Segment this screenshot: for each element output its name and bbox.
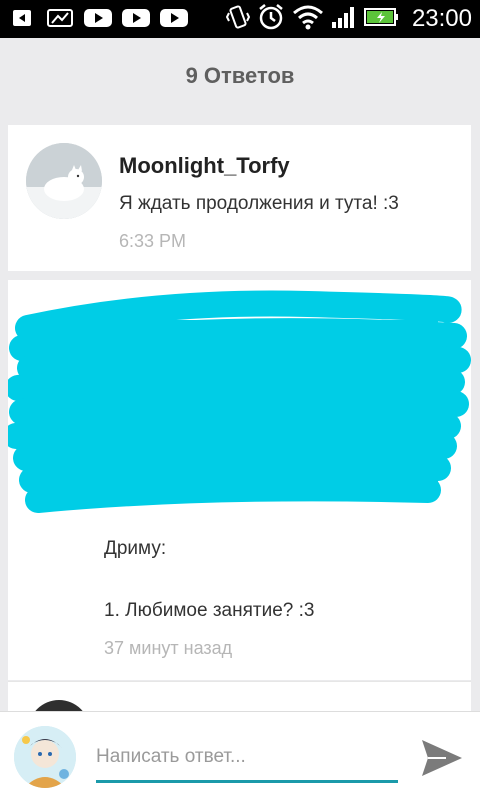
reply-input[interactable] bbox=[96, 734, 398, 783]
system-icons: 23:00 bbox=[225, 2, 472, 37]
send-icon bbox=[422, 740, 462, 776]
replies-header: 9 Ответов bbox=[0, 38, 480, 114]
clock: 23:00 bbox=[411, 5, 472, 32]
reply-bar bbox=[0, 711, 480, 801]
comment-text: Я ждать продолжения и тута! :3 bbox=[119, 193, 399, 214]
notification-icons bbox=[6, 6, 190, 30]
comment-card[interactable]: Дриму: 1. Любимое занятие? :3 37 минут н… bbox=[8, 280, 471, 680]
replies-count-title: 9 Ответов bbox=[185, 63, 295, 88]
back-icon bbox=[6, 6, 38, 30]
send-button[interactable] bbox=[418, 736, 466, 780]
redaction-scribble bbox=[8, 290, 471, 513]
youtube-icon bbox=[158, 6, 190, 30]
avatar[interactable] bbox=[26, 143, 102, 219]
signal-icon bbox=[330, 4, 358, 35]
comment-author[interactable]: Moonlight_Torfy bbox=[119, 153, 290, 179]
alarm-icon bbox=[256, 2, 286, 37]
vibrate-icon bbox=[225, 3, 251, 36]
comment-text: 1. Любимое занятие? :3 bbox=[104, 600, 315, 621]
wifi-icon bbox=[292, 3, 324, 36]
battery-icon bbox=[363, 6, 400, 33]
comment-text: Дриму: bbox=[104, 538, 167, 559]
status-bar: 23:00 bbox=[0, 0, 480, 38]
comment-timestamp: 6:33 PM bbox=[119, 231, 187, 251]
avatar[interactable] bbox=[14, 726, 76, 788]
comment-card[interactable]: Moonlight_Torfy Я ждать продолжения и ту… bbox=[8, 125, 471, 271]
image-icon bbox=[44, 6, 76, 30]
comment-timestamp: 37 минут назад bbox=[104, 638, 233, 658]
youtube-icon bbox=[82, 6, 114, 30]
youtube-icon bbox=[120, 6, 152, 30]
